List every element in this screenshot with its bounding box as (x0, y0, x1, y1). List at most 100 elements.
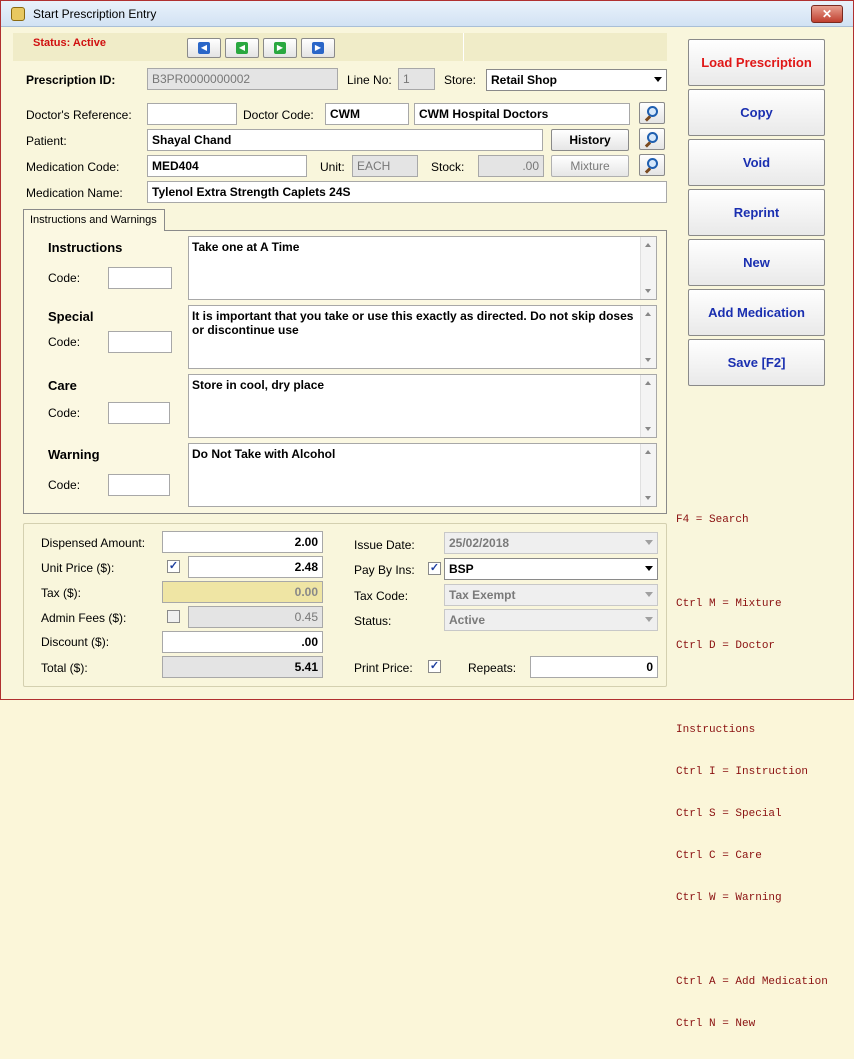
chevron-down-icon (645, 592, 653, 597)
care-text: Store in cool, dry place (192, 378, 325, 392)
history-button[interactable]: History (551, 129, 629, 151)
unit-price-checkbox[interactable]: ✓ (167, 560, 180, 573)
scroll-up-icon (645, 381, 651, 385)
discount-field[interactable]: .00 (162, 631, 323, 653)
care-code-field[interactable] (108, 402, 170, 424)
shortcut-line: Ctrl A = Add Medication (676, 976, 828, 988)
tax-field[interactable]: 0.00 (162, 581, 323, 603)
warning-title: Warning (48, 447, 100, 462)
medication-code-field[interactable]: MED404 (147, 155, 307, 177)
shortcut-line: Ctrl D = Doctor (676, 640, 776, 652)
medication-search-button[interactable] (639, 154, 665, 176)
shortcut-line: Ctrl M = Mixture (676, 598, 782, 610)
issue-date-label: Issue Date: (354, 538, 415, 552)
admin-fees-label: Admin Fees ($): (41, 611, 127, 625)
admin-fees-checkbox[interactable] (167, 610, 180, 623)
tab-instructions-warnings[interactable]: Instructions and Warnings (23, 209, 165, 231)
store-value: Retail Shop (491, 73, 558, 87)
prescription-id-field[interactable]: B3PR0000000002 (147, 68, 338, 90)
scrollbar[interactable] (640, 375, 656, 437)
next-record-button[interactable]: ▶ (263, 38, 297, 58)
instructions-title: Instructions (48, 240, 123, 255)
total-label: Total ($): (41, 661, 88, 675)
repeats-field[interactable]: 0 (530, 656, 658, 678)
store-label: Store: (444, 73, 477, 87)
add-medication-button[interactable]: Add Medication (688, 289, 825, 336)
chevron-down-icon (645, 566, 653, 571)
new-button[interactable]: New (688, 239, 825, 286)
pay-by-ins-value: BSP (449, 562, 474, 576)
skip-back-icon: ◀ (198, 42, 210, 54)
special-memo[interactable]: It is important that you take or use thi… (188, 305, 657, 369)
void-button[interactable]: Void (688, 139, 825, 186)
care-memo[interactable]: Store in cool, dry place (188, 374, 657, 438)
scrollbar[interactable] (640, 306, 656, 368)
status-text: Status: Active (33, 37, 106, 49)
warning-memo[interactable]: Do Not Take with Alcohol (188, 443, 657, 507)
total-field: 5.41 (162, 656, 323, 678)
scroll-down-icon (645, 358, 651, 362)
unit-field[interactable]: EACH (352, 155, 418, 177)
shortcut-line: Ctrl C = Care (676, 850, 762, 862)
close-button[interactable]: ✕ (811, 5, 843, 23)
pay-by-ins-label: Pay By Ins: (354, 563, 415, 577)
store-select[interactable]: Retail Shop (486, 69, 667, 91)
pay-by-ins-checkbox[interactable]: ✓ (428, 562, 441, 575)
instructions-code-label: Code: (48, 271, 81, 285)
shortcut-line: Ctrl I = Instruction (676, 766, 809, 778)
scrollbar[interactable] (640, 444, 656, 506)
admin-fees-field[interactable]: 0.45 (188, 606, 323, 628)
instructions-memo[interactable]: Take one at A Time (188, 236, 657, 300)
special-code-field[interactable] (108, 331, 172, 353)
medication-name-field[interactable]: Tylenol Extra Strength Caplets 24S (147, 181, 667, 203)
scroll-up-icon (645, 243, 651, 247)
reprint-button[interactable]: Reprint (688, 189, 825, 236)
shortcut-legend: F4 = Search Ctrl M = Mixture Ctrl D = Do… (676, 485, 828, 1059)
repeats-label: Repeats: (468, 661, 517, 675)
tax-code-select[interactable]: Tax Exempt (444, 584, 658, 606)
unit-price-field[interactable]: 2.48 (188, 556, 323, 578)
scroll-up-icon (645, 450, 651, 454)
doctor-reference-field[interactable] (147, 103, 237, 125)
last-record-button[interactable]: ▶ (301, 38, 335, 58)
doctor-code-label: Doctor Code: (243, 108, 314, 122)
special-title: Special (48, 309, 94, 324)
warning-code-field[interactable] (108, 474, 170, 496)
line-no-field[interactable]: 1 (398, 68, 435, 90)
doctor-name-field[interactable]: CWM Hospital Doctors (414, 103, 630, 125)
dispensed-amount-label: Dispensed Amount: (41, 536, 146, 550)
tax-code-value: Tax Exempt (449, 588, 516, 602)
issue-date-picker[interactable]: 25/02/2018 (444, 532, 658, 554)
pay-by-ins-select[interactable]: BSP (444, 558, 658, 580)
scroll-down-icon (645, 289, 651, 293)
prescription-entry-window: Start Prescription Entry ✕ Status: Activ… (0, 0, 854, 1030)
doctor-code-field[interactable]: CWM (325, 103, 409, 125)
previous-record-button[interactable]: ◀ (225, 38, 259, 58)
shortcut-line (676, 555, 828, 569)
mixture-button[interactable]: Mixture (551, 155, 629, 177)
scrollbar[interactable] (640, 237, 656, 299)
print-price-label: Print Price: (354, 661, 413, 675)
status-select[interactable]: Active (444, 609, 658, 631)
print-price-checkbox[interactable]: ✓ (428, 660, 441, 673)
unit-label: Unit: (320, 160, 345, 174)
calendar-dropdown-icon (645, 540, 653, 545)
line-no-label: Line No: (347, 73, 392, 87)
first-record-button[interactable]: ◀ (187, 38, 221, 58)
chevron-down-icon (645, 617, 653, 622)
shortcut-line (676, 681, 828, 695)
medication-name-label: Medication Name: (26, 186, 123, 200)
dispensed-amount-field[interactable]: 2.00 (162, 531, 323, 553)
load-prescription-button[interactable]: Load Prescription (688, 39, 825, 86)
skip-forward-icon: ▶ (312, 42, 324, 54)
patient-field[interactable]: Shayal Chand (147, 129, 543, 151)
instructions-code-field[interactable] (108, 267, 172, 289)
save-button[interactable]: Save [F2] (688, 339, 825, 386)
stock-field[interactable]: .00 (478, 155, 544, 177)
title-bar: Start Prescription Entry ✕ (1, 1, 853, 27)
warning-code-label: Code: (48, 478, 81, 492)
patient-search-button[interactable] (639, 128, 665, 150)
copy-button[interactable]: Copy (688, 89, 825, 136)
doctor-search-button[interactable] (639, 102, 665, 124)
arrow-left-icon: ◀ (236, 42, 248, 54)
